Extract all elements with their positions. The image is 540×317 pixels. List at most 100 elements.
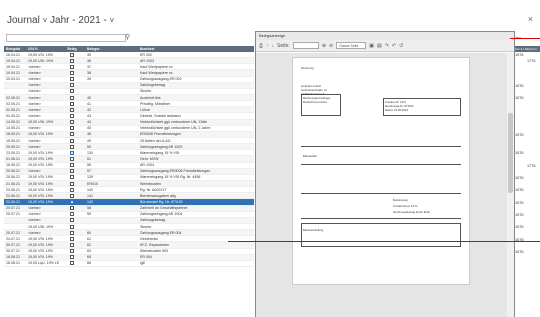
cell-beleg[interactable]: [60, 249, 84, 254]
cell-belegdat: 02.05.21: [6, 101, 20, 106]
cell-beleg[interactable]: [60, 230, 84, 235]
document-icon[interactable]: [70, 107, 74, 112]
document-icon[interactable]: [70, 218, 74, 223]
header-beleg[interactable]: Beleg: [60, 47, 84, 51]
chevron-down-icon[interactable]: ˅: [110, 16, 115, 25]
cell-beleg[interactable]: [60, 193, 84, 198]
cell-beleg[interactable]: [60, 199, 84, 204]
cell-beleg[interactable]: [60, 212, 84, 217]
zoom-select[interactable]: Ganze Seite: [336, 42, 367, 49]
document-icon[interactable]: [70, 199, 74, 204]
cell-beleg[interactable]: [60, 175, 84, 180]
cell-beleg[interactable]: [60, 95, 84, 100]
cell-belegnr: 139: [87, 175, 93, 180]
zoom-in-icon[interactable]: ⊕: [322, 43, 326, 49]
document-icon[interactable]: [70, 193, 74, 198]
cell-beleg[interactable]: [60, 187, 84, 192]
cell-beleg[interactable]: [60, 83, 84, 88]
document-icon[interactable]: [70, 242, 74, 247]
document-icon[interactable]: [70, 126, 74, 131]
zoom-out-icon[interactable]: ⊖: [329, 43, 333, 49]
document-icon[interactable]: [70, 212, 74, 217]
search-input[interactable]: [6, 34, 126, 42]
document-icon[interactable]: [70, 206, 74, 211]
cell-beleg[interactable]: [60, 224, 84, 229]
document-icon[interactable]: [70, 163, 74, 168]
cell-beleg[interactable]: [60, 77, 84, 82]
document-icon[interactable]: [70, 132, 74, 137]
cell-beleg[interactable]: [60, 52, 84, 57]
cell-beleg[interactable]: [60, 150, 84, 155]
cell-beleg[interactable]: [60, 206, 84, 211]
document-icon[interactable]: [70, 261, 74, 266]
cell-buchtext: ER 004: [140, 255, 152, 260]
cell-beleg[interactable]: [60, 242, 84, 247]
cell-beleg[interactable]: [60, 236, 84, 241]
cell-beleg[interactable]: [60, 255, 84, 260]
document-icon[interactable]: [70, 249, 74, 254]
document-icon[interactable]: [70, 83, 74, 88]
cell-beleg[interactable]: [60, 64, 84, 69]
header-belegdat[interactable]: Belegdat: [4, 47, 26, 51]
document-icon[interactable]: [70, 236, 74, 241]
document-icon[interactable]: [70, 150, 74, 155]
cell-beleg[interactable]: [60, 120, 84, 125]
cell-beleg[interactable]: [60, 126, 84, 131]
undo-icon[interactable]: ↺: [399, 43, 403, 49]
document-icon[interactable]: [70, 187, 74, 192]
cell-beleg[interactable]: [60, 132, 84, 137]
scroll-thumb[interactable]: [508, 113, 513, 193]
cell-beleg[interactable]: [60, 138, 84, 143]
document-icon[interactable]: [70, 77, 74, 82]
arrow-down-icon[interactable]: ↓: [272, 43, 275, 49]
cell-beleg[interactable]: [60, 89, 84, 94]
preview-scrollbar[interactable]: [507, 53, 514, 317]
cell-beleg[interactable]: [60, 169, 84, 174]
header-buchtext[interactable]: Buchtext: [140, 47, 254, 51]
document-icon[interactable]: [70, 89, 74, 94]
cell-beleg[interactable]: [60, 156, 84, 161]
document-icon[interactable]: [70, 70, 74, 75]
cell-beleg[interactable]: [60, 101, 84, 106]
document-icon[interactable]: [70, 101, 74, 106]
rotate-left-icon[interactable]: ↶: [392, 43, 396, 49]
cell-beleg[interactable]: [60, 58, 84, 63]
rotate-right-icon[interactable]: ↷: [385, 43, 389, 49]
cell-beleg[interactable]: [60, 70, 84, 75]
document-icon[interactable]: [70, 95, 74, 100]
cell-beleg[interactable]: [60, 144, 84, 149]
page-field[interactable]: [292, 42, 319, 49]
document-icon[interactable]: [70, 120, 74, 125]
document-icon[interactable]: [70, 255, 74, 260]
fit-width-icon[interactable]: ▤: [377, 43, 382, 49]
print-icon[interactable]: ⎙: [259, 43, 263, 49]
document-icon[interactable]: [70, 58, 74, 63]
table-row[interactable]: 16.08.21 19,00 LqU. 19% LE 66 IgE: [4, 261, 254, 267]
year-title: Jahr - 2021 -: [50, 15, 107, 26]
search-icon[interactable]: ⚲: [125, 33, 130, 41]
cell-beleg[interactable]: [60, 218, 84, 223]
document-icon[interactable]: [70, 230, 74, 235]
document-icon[interactable]: [70, 169, 74, 174]
cell-beleg[interactable]: [60, 261, 84, 266]
document-icon[interactable]: [70, 144, 74, 149]
document-icon[interactable]: [70, 156, 74, 161]
document-icon[interactable]: [70, 138, 74, 143]
cell-beleg[interactable]: [60, 181, 84, 186]
arrow-up-icon[interactable]: ↑: [266, 43, 269, 49]
document-icon[interactable]: [70, 52, 74, 57]
document-icon[interactable]: [70, 64, 74, 69]
cell-beleg[interactable]: [60, 113, 84, 118]
document-icon[interactable]: [70, 224, 74, 229]
close-icon[interactable]: ×: [528, 14, 533, 24]
document-icon[interactable]: [70, 181, 74, 186]
cell-ust: <keine>: [28, 126, 41, 131]
document-icon[interactable]: [70, 113, 74, 118]
chevron-down-icon[interactable]: ˅: [43, 16, 48, 25]
cell-beleg[interactable]: [60, 163, 84, 168]
header-belegnr[interactable]: Belegnr.: [84, 47, 140, 51]
cell-beleg[interactable]: [60, 107, 84, 112]
document-icon[interactable]: [70, 175, 74, 180]
header-ust[interactable]: USt %: [26, 47, 60, 51]
fit-page-icon[interactable]: ▣: [369, 43, 374, 49]
